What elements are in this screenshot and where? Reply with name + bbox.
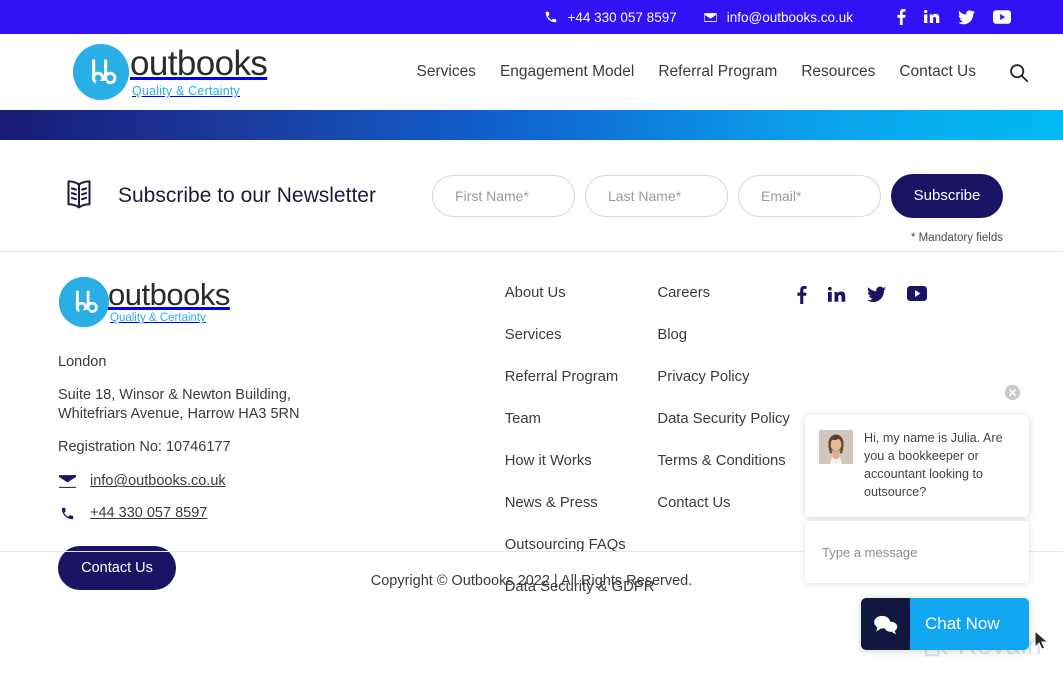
footer-link-data-security-policy[interactable]: Data Security Policy: [657, 410, 797, 430]
newsletter-form: Subscribe: [432, 173, 1003, 218]
chat-input-placeholder: Type a message: [822, 544, 918, 560]
footer-link-referral-program[interactable]: Referral Program: [505, 368, 658, 388]
footer-logo[interactable]: outbooks Quality & Certainty: [58, 276, 505, 328]
office-address: Suite 18, Winsor & Newton Building, Whit…: [58, 386, 505, 424]
footer-link-contact-us[interactable]: Contact Us: [657, 494, 797, 514]
open-book-icon: [58, 175, 100, 217]
envelope-icon: [703, 10, 718, 25]
main-navigation: Services Engagement Model Referral Progr…: [405, 62, 1030, 83]
first-name-input[interactable]: [432, 174, 575, 217]
chat-close-icon[interactable]: [1004, 384, 1021, 401]
footer-link-blog[interactable]: Blog: [657, 326, 797, 346]
site-header: outbooks Quality & Certainty Services En…: [0, 34, 1063, 110]
mouse-cursor: [1034, 629, 1049, 657]
footer-logo-wordmark: outbooks: [108, 277, 230, 313]
nav-item-contact-us[interactable]: Contact Us: [887, 63, 988, 81]
address-line-1: Suite 18, Winsor & Newton Building,: [58, 387, 291, 403]
outbooks-logo-icon: [58, 276, 110, 328]
chat-message-input[interactable]: Type a message: [805, 521, 1029, 583]
newsletter-title: Subscribe to our Newsletter: [118, 183, 376, 207]
footer-email-text: info@outbooks.co.uk: [90, 473, 226, 490]
chat-bubble-icon: [861, 598, 910, 650]
newsletter-section: Subscribe to our Newsletter Subscribe: [0, 140, 1063, 252]
footer-link-news-and-press[interactable]: News & Press: [505, 494, 658, 514]
address-line-2: Whitefriars Avenue, Harrow HA3 5RN: [58, 406, 300, 423]
logo-wordmark: outbooks: [130, 44, 268, 84]
decorative-gradient-bar: [0, 110, 1063, 140]
header-logo[interactable]: outbooks Quality & Certainty: [72, 43, 268, 101]
nav-item-resources[interactable]: Resources: [789, 63, 887, 81]
nav-item-services[interactable]: Services: [405, 63, 488, 81]
topbar-phone-text: +44 330 057 8597: [567, 9, 677, 25]
footer-email-link[interactable]: info@outbooks.co.uk: [58, 473, 505, 489]
footer-link-careers[interactable]: Careers: [657, 284, 797, 304]
facebook-icon[interactable]: [897, 9, 906, 25]
youtube-icon[interactable]: [993, 10, 1011, 24]
footer-link-privacy-policy[interactable]: Privacy Policy: [657, 368, 797, 388]
chat-message-bubble: Hi, my name is Julia. Are you a bookkeep…: [805, 415, 1029, 517]
footer-phone-link[interactable]: +44 330 057 8597: [58, 505, 505, 521]
linkedin-icon[interactable]: [828, 286, 846, 304]
logo-tagline: Quality & Certainty: [132, 84, 241, 99]
topbar-email-text: info@outbooks.co.uk: [726, 9, 853, 25]
agent-avatar: [819, 430, 853, 464]
phone-icon: [58, 506, 76, 521]
subscribe-button[interactable]: Subscribe: [891, 173, 1003, 218]
top-utility-bar: +44 330 057 8597 info@outbooks.co.uk: [0, 0, 1063, 34]
nav-item-referral-program[interactable]: Referral Program: [646, 63, 789, 81]
footer-phone-text: +44 330 057 8597: [90, 505, 208, 522]
registration-number: Registration No: 10746177: [58, 439, 231, 456]
chat-now-label: Chat Now: [910, 598, 1029, 650]
twitter-icon[interactable]: [867, 286, 886, 303]
twitter-icon[interactable]: [958, 9, 975, 25]
email-input[interactable]: [738, 174, 881, 217]
footer-logo-tagline: Quality & Certainty: [110, 312, 206, 325]
chat-now-button[interactable]: Chat Now: [861, 598, 1029, 650]
topbar-social-links: [897, 9, 1011, 25]
footer-link-about-us[interactable]: About Us: [505, 284, 658, 304]
facebook-icon[interactable]: [797, 286, 807, 304]
footer-link-services[interactable]: Services: [505, 326, 658, 346]
topbar-email-link[interactable]: info@outbooks.co.uk: [703, 10, 853, 25]
office-city: London: [58, 354, 107, 370]
outbooks-logo-icon: [72, 43, 130, 101]
envelope-icon: [58, 474, 76, 488]
footer-link-how-it-works[interactable]: How it Works: [505, 452, 658, 472]
youtube-icon[interactable]: [907, 286, 927, 301]
last-name-input[interactable]: [585, 174, 728, 217]
nav-item-engagement-model[interactable]: Engagement Model: [488, 63, 646, 81]
search-icon[interactable]: [1008, 62, 1029, 83]
chat-message-text: Hi, my name is Julia. Are you a bookkeep…: [864, 431, 1003, 499]
footer-link-terms-and-conditions[interactable]: Terms & Conditions: [657, 452, 797, 472]
linkedin-icon[interactable]: [924, 9, 940, 25]
topbar-phone-link[interactable]: +44 330 057 8597: [544, 9, 677, 25]
mandatory-fields-note: * Mandatory fields: [910, 232, 1003, 244]
copyright-text: Copyright © Outbooks 2022 | All Rights R…: [370, 572, 693, 589]
phone-icon: [544, 10, 558, 24]
footer-link-team[interactable]: Team: [505, 410, 658, 430]
